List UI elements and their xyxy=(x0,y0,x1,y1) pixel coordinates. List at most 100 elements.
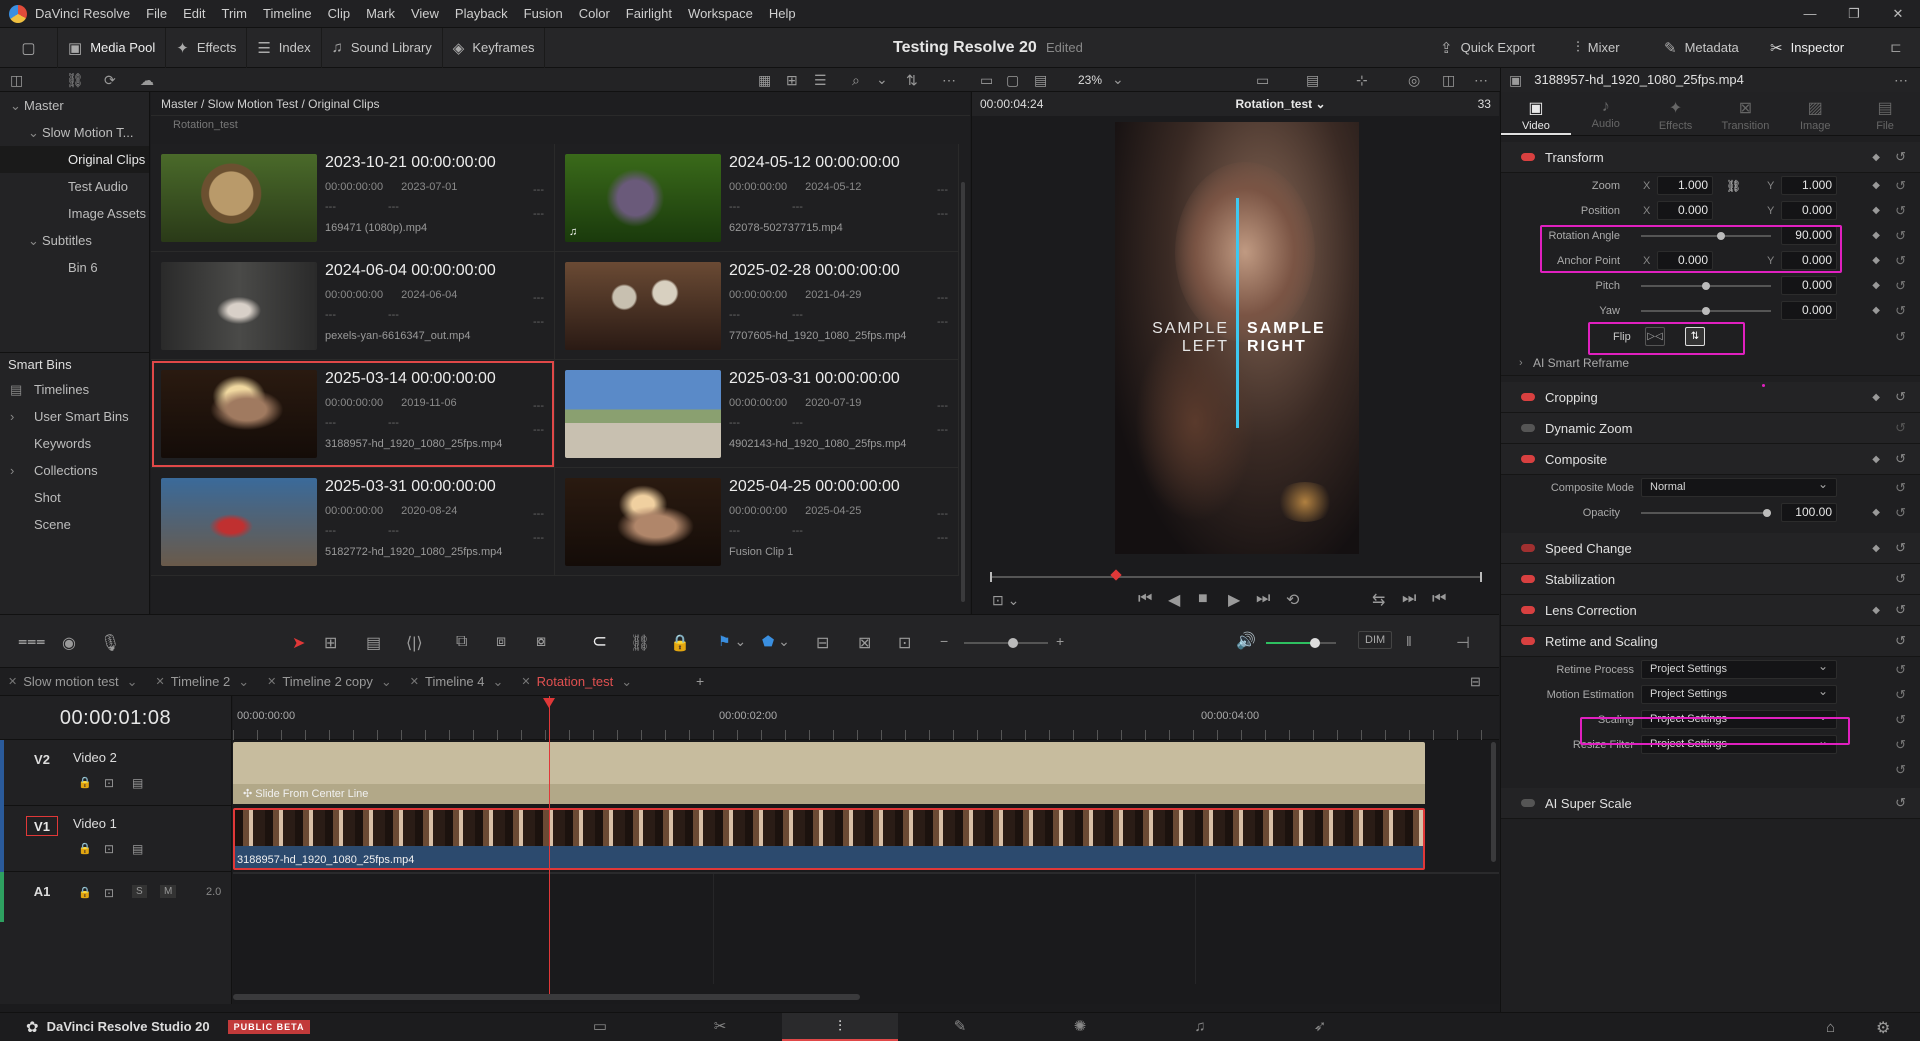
menu-file[interactable]: File xyxy=(146,6,167,21)
dynamic-trim-icon[interactable]: ▤ xyxy=(366,633,381,653)
safe-area-icon[interactable]: ▭ xyxy=(1256,72,1269,89)
cloud-icon[interactable]: ☁ xyxy=(140,72,154,89)
menu-help[interactable]: Help xyxy=(769,6,796,21)
timeline-timecode[interactable]: 00:00:01:08 xyxy=(0,696,231,740)
lens-correction-section[interactable]: Lens Correction ◆ ↺ xyxy=(1501,595,1920,626)
chevron-down-icon[interactable]: ⌄ xyxy=(238,674,249,690)
zoom-chevron-icon[interactable]: ⌄ xyxy=(1112,71,1124,88)
track-lock-icon[interactable]: 🔒 xyxy=(78,842,92,855)
transform-overlay-icon[interactable]: ⊡ ⌄ xyxy=(992,592,1019,609)
linked-selection-icon[interactable]: ⛓ xyxy=(630,633,650,653)
keyframe-diamond-icon[interactable]: ◆ xyxy=(1872,205,1880,216)
speed-change-enable-toggle[interactable] xyxy=(1521,544,1535,552)
audio-waveform-icon[interactable]: ◉ xyxy=(62,633,76,653)
monitor-icon[interactable]: ▤ xyxy=(1306,72,1319,89)
sync-icon[interactable]: ⟳ xyxy=(104,72,116,89)
quick-export-button[interactable]: ⇪ Quick Export xyxy=(1430,28,1545,68)
scrubber-playhead[interactable] xyxy=(1110,569,1122,581)
transform-section[interactable]: Transform ◆ ↺ xyxy=(1501,142,1920,173)
v1-clip[interactable]: 3188957-hd_1920_1080_25fps.mp4 xyxy=(233,808,1425,870)
menu-mark[interactable]: Mark xyxy=(366,6,395,21)
clip-card[interactable]: 2024-06-04 00:00:00:00 00:00:00:00 2024-06… xyxy=(151,252,555,360)
track-a1-id[interactable]: A1 xyxy=(26,882,58,902)
smart-bin-item[interactable]: › User Smart Bins xyxy=(0,403,150,430)
keyframe-diamond-icon[interactable]: ◆ xyxy=(1872,392,1880,403)
timeline-h-scrollbar[interactable] xyxy=(233,994,860,1000)
metadata-button[interactable]: ✎ Metadata xyxy=(1654,28,1749,68)
chevron-down-icon[interactable]: ⌄ xyxy=(493,674,504,690)
out-marker[interactable] xyxy=(1480,572,1482,582)
pitch-field[interactable]: 0.000 xyxy=(1781,276,1837,295)
yaw-slider[interactable] xyxy=(1641,306,1771,315)
reset-icon[interactable]: ↺ xyxy=(1895,687,1906,703)
clip-thumbnail[interactable] xyxy=(565,154,721,242)
settings-gear-icon[interactable]: ⚙ xyxy=(1876,1018,1890,1038)
timeline-tab[interactable]: ✕ Timeline 4 ⌄ xyxy=(402,668,514,696)
opacity-slider-knob[interactable] xyxy=(1763,508,1771,517)
stabilization-enable-toggle[interactable] xyxy=(1521,575,1535,583)
close-tab-icon[interactable]: ✕ xyxy=(156,675,165,688)
keyframe-diamond-icon[interactable]: ◆ xyxy=(1872,305,1880,316)
track-lock-icon[interactable]: 🔒 xyxy=(78,776,92,789)
reset-icon[interactable]: ↺ xyxy=(1895,602,1906,618)
zoom-in-icon[interactable]: + xyxy=(1056,633,1064,649)
cropping-enable-toggle[interactable] xyxy=(1521,393,1535,401)
auto-select-icon[interactable]: ⊡ xyxy=(104,776,114,790)
audio-meter-icon[interactable]: ‖ xyxy=(1406,633,1412,649)
film-icon[interactable]: ▤ xyxy=(1034,72,1047,89)
track-enable-icon[interactable]: ▤ xyxy=(132,776,143,790)
pitch-slider-knob[interactable] xyxy=(1702,281,1710,290)
inspector-button[interactable]: ✂ Inspector xyxy=(1760,28,1854,68)
zoom-out-icon[interactable]: − xyxy=(940,633,948,649)
clip-thumbnail[interactable] xyxy=(161,478,317,566)
inspector-tab-audio[interactable]: ♪ Audio xyxy=(1571,92,1641,135)
menu-clip[interactable]: Clip xyxy=(328,6,350,21)
bin-arrow-icon[interactable]: ⌄ xyxy=(28,227,42,254)
retime-process-select[interactable]: Project Settings xyxy=(1641,658,1837,679)
chevron-down-icon[interactable]: ⌄ xyxy=(621,674,632,690)
play-reverse-icon[interactable]: ◀ xyxy=(1168,590,1180,610)
reset-icon[interactable]: ↺ xyxy=(1895,178,1906,194)
volume-icon[interactable]: 🔊 xyxy=(1236,631,1256,651)
composite-mode-select[interactable]: Normal xyxy=(1641,476,1837,497)
position-y-field[interactable]: 0.000 xyxy=(1781,201,1837,220)
loop-icon[interactable]: ⟲ xyxy=(1286,590,1299,610)
clip-thumbnail[interactable] xyxy=(565,262,721,350)
page-fairlight-icon[interactable]: ♫ xyxy=(1142,1013,1258,1041)
page-media-icon[interactable]: ▭ xyxy=(542,1013,658,1041)
reset-icon[interactable]: ↺ xyxy=(1895,253,1906,269)
keyframes-button[interactable]: ◈ Keyframes xyxy=(443,27,546,68)
keyframe-diamond-icon[interactable]: ◆ xyxy=(1872,230,1880,241)
prev-frame-icon[interactable]: ⏮ xyxy=(1432,590,1446,608)
microphone-icon[interactable]: 🎙 xyxy=(100,633,120,653)
reset-icon[interactable]: ↺ xyxy=(1895,505,1906,521)
color-icon[interactable]: ◎ xyxy=(1408,72,1420,89)
timeline-zoom-knob[interactable] xyxy=(1008,638,1018,648)
marker-icon[interactable]: ⬟ ⌄ xyxy=(762,633,790,650)
clip-thumbnail[interactable] xyxy=(565,370,721,458)
transform-enable-toggle[interactable] xyxy=(1521,153,1535,161)
play-icon[interactable]: ▶ xyxy=(1228,590,1240,610)
minimize-icon[interactable]: — xyxy=(1788,0,1832,28)
volume-knob[interactable] xyxy=(1310,638,1320,648)
menu-view[interactable]: View xyxy=(411,6,439,21)
reset-icon[interactable]: ↺ xyxy=(1895,389,1906,405)
yaw-field[interactable]: 0.000 xyxy=(1781,301,1837,320)
maximize-icon[interactable]: ❐ xyxy=(1832,0,1876,28)
next-frame-icon[interactable]: ⏭ xyxy=(1402,590,1416,608)
timeline-tab-options-icon[interactable]: ⊟ xyxy=(1470,674,1481,690)
auto-select-icon[interactable]: ⊡ xyxy=(104,886,114,900)
clip-thumbnail[interactable] xyxy=(161,370,317,458)
blade-tool-icon[interactable]: ⟨|⟩ xyxy=(406,633,423,653)
track-enable-icon[interactable]: ▤ xyxy=(132,842,143,856)
reset-icon[interactable]: ↺ xyxy=(1895,203,1906,219)
sound-library-button[interactable]: ♫ Sound Library xyxy=(322,27,443,68)
solo-button[interactable]: S xyxy=(132,885,147,898)
bin-item[interactable]: Bin 6 xyxy=(0,254,149,281)
reset-icon[interactable]: ↺ xyxy=(1895,540,1906,556)
reset-icon[interactable]: ↺ xyxy=(1895,451,1906,467)
yaw-slider-knob[interactable] xyxy=(1702,306,1710,315)
clip-thumbnail[interactable] xyxy=(161,262,317,350)
keyframe-diamond-icon[interactable]: ◆ xyxy=(1872,507,1880,518)
sort-icon[interactable]: ⇅ xyxy=(906,72,918,89)
